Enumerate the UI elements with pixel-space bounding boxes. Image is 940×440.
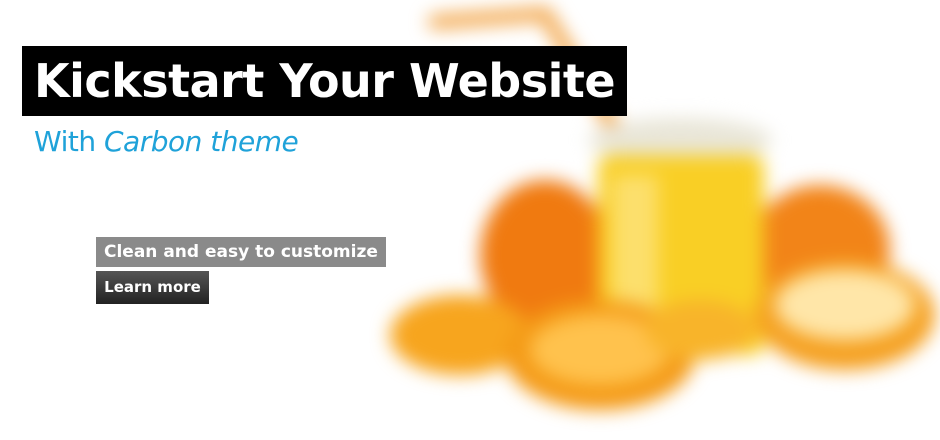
- slide-subline: With Carbon theme: [34, 122, 299, 162]
- slide-headline: Kickstart Your Website: [22, 46, 628, 116]
- subline-prefix: With: [34, 125, 104, 158]
- subline-accent: Carbon theme: [103, 125, 299, 158]
- learn-more-button[interactable]: Learn more: [96, 271, 209, 304]
- slide-tagline: Clean and easy to customize: [96, 237, 386, 267]
- hero-slider: Kickstart Your Website With Carbon theme…: [0, 0, 940, 440]
